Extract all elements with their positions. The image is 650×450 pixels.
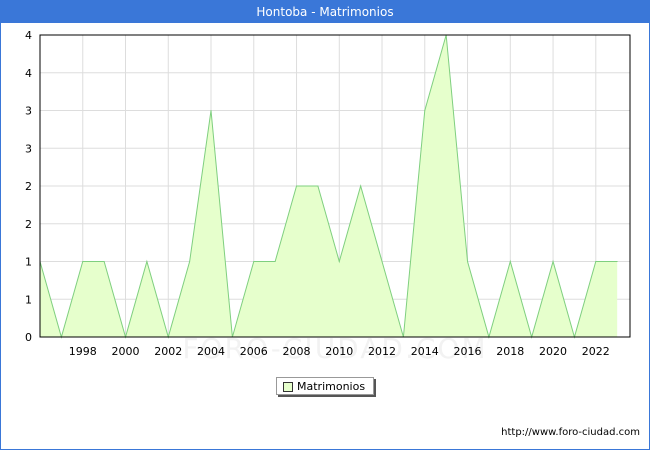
data-point [552,261,554,262]
x-tick-label: 2000 [112,345,140,358]
x-tick-label: 2020 [539,345,567,358]
x-tick-label: 2014 [411,345,439,358]
data-point [210,110,212,111]
data-point [467,261,469,262]
x-tick-label: 2022 [582,345,610,358]
x-tick-label: 2018 [496,345,524,358]
y-tick-label: 3 [25,142,32,155]
x-tick-label: 2016 [454,345,482,358]
data-point [189,261,191,262]
x-tick-label: 2012 [368,345,396,358]
data-point [424,110,426,111]
y-tick-label: 2 [25,180,32,193]
x-tick-label: 2010 [325,345,353,358]
y-tick-label: 0 [25,331,32,344]
y-tick-label: 2 [25,218,32,231]
data-point [146,261,148,262]
y-tick-label: 4 [25,67,32,80]
data-point [360,185,362,187]
legend-swatch [283,382,293,392]
data-point [338,261,340,262]
x-tick-label: 2002 [154,345,182,358]
source-url: http://www.foro-ciudad.com [501,427,640,438]
data-point [296,185,298,187]
y-tick-label: 1 [25,293,32,306]
data-point [595,261,597,262]
x-tick-label: 2008 [283,345,311,358]
y-tick-label: 3 [25,105,32,118]
legend-label: Matrimonios [297,380,366,393]
x-tick-label: 1998 [69,345,97,358]
data-point [103,261,105,262]
data-point [616,261,618,262]
legend: Matrimonios [276,377,374,395]
data-point [317,185,319,187]
data-point [253,261,255,262]
data-point [509,261,511,262]
data-point [274,261,276,262]
data-point [82,261,84,262]
x-tick-label: 2006 [240,345,268,358]
y-tick-label: 1 [25,256,32,269]
data-point [381,261,383,262]
y-tick-label: 4 [25,29,32,42]
x-tick-label: 2004 [197,345,225,358]
